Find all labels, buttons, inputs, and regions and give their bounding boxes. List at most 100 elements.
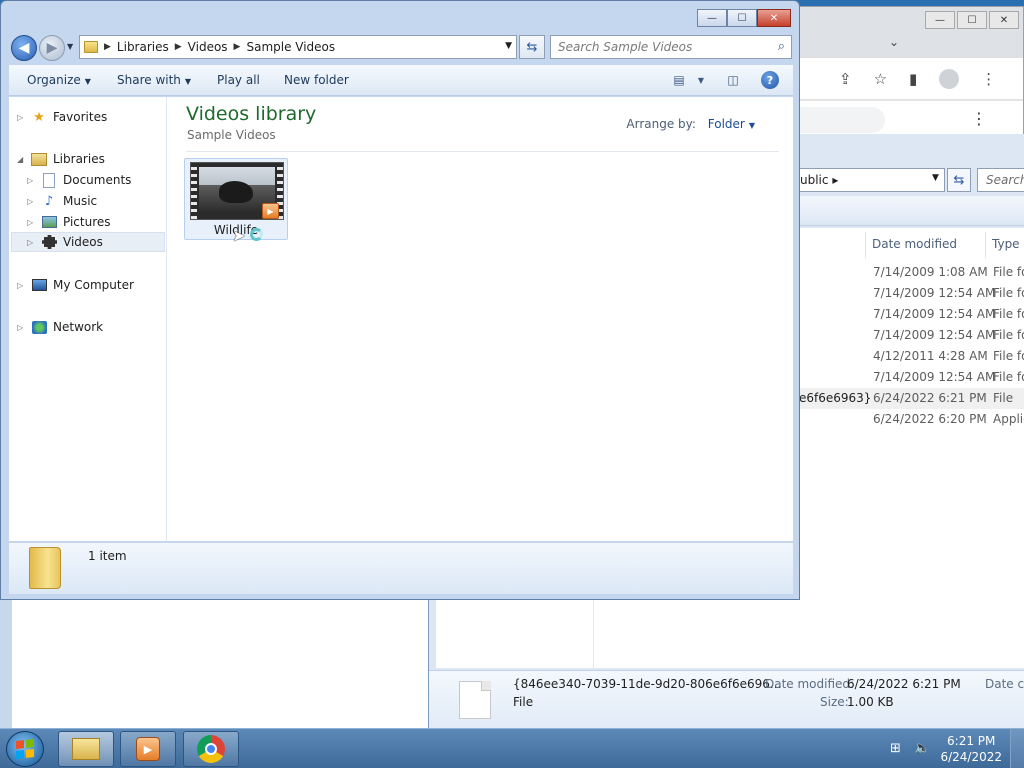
taskbar-google-chrome[interactable] — [183, 731, 239, 767]
recent-pages-icon[interactable]: ▼ — [67, 42, 73, 51]
share-icon[interactable]: ⇪ — [839, 70, 852, 88]
nav-item-label: Favorites — [53, 110, 108, 124]
back-button[interactable]: ◀ — [11, 35, 37, 61]
refresh-icon[interactable]: ⇆ — [947, 168, 971, 192]
table-row[interactable]: e6f6e6963} 6/24/2022 6:21 PM File — [799, 388, 1024, 409]
table-row[interactable]: 7/14/2009 12:54 AMFile fo — [799, 283, 1024, 304]
address-bar[interactable]: ▶ Libraries ▶ Videos ▶ Sample Videos ▼ — [79, 35, 517, 59]
row-date: 7/14/2009 1:08 AM — [873, 265, 988, 279]
table-row[interactable]: 7/14/2009 12:54 AMFile fo — [799, 367, 1024, 388]
nav-item-label: Network — [53, 320, 104, 334]
nav-item-my-computer[interactable]: ▷ My Computer — [17, 275, 134, 295]
mouse-cursor-icon: ➤ — [232, 226, 246, 245]
profile-icon[interactable] — [939, 68, 960, 89]
expand-icon[interactable]: ▷ — [27, 176, 37, 185]
nav-item-pictures[interactable]: ▷ Pictures — [27, 212, 111, 232]
clock-date: 6/24/2022 — [940, 750, 1002, 764]
minimize-button[interactable]: — — [697, 9, 727, 27]
view-options-icon[interactable]: ▤ — [669, 71, 689, 89]
taskbar-windows-media-player[interactable]: ▶ — [120, 731, 176, 767]
expand-icon[interactable]: ▷ — [27, 218, 37, 227]
sidepanel-icon[interactable]: ▮ — [909, 70, 917, 88]
chrome-close-button[interactable]: ✕ — [989, 11, 1019, 29]
background-breadcrumb[interactable]: ublic ▸ — [800, 173, 838, 187]
expand-icon[interactable]: ▷ — [17, 113, 27, 122]
forward-button[interactable]: ▶ — [39, 35, 65, 61]
nav-item-label: My Computer — [53, 278, 134, 292]
maximize-button[interactable]: ☐ — [727, 9, 757, 27]
row-type: File fo — [993, 328, 1024, 342]
nav-item-libraries[interactable]: ◢ Libraries — [17, 149, 105, 169]
column-type[interactable]: Type — [985, 232, 1024, 258]
divider — [186, 151, 779, 152]
nav-item-videos[interactable]: ▷ Videos — [11, 232, 165, 252]
documents-icon — [41, 172, 57, 188]
nav-item-music[interactable]: ▷ ♪ Music — [27, 191, 97, 211]
breadcrumb-separator-icon[interactable]: ▶ — [234, 42, 241, 52]
nav-item-label: Pictures — [63, 215, 111, 229]
taskbar-windows-explorer[interactable] — [58, 731, 114, 767]
clock-time: 6:21 PM — [947, 734, 996, 748]
chrome-content: ⋮ — [791, 100, 1023, 138]
chrome-titlebar: — ☐ ✕ — [791, 7, 1023, 33]
film-strip-left — [191, 163, 197, 219]
row-date: 7/14/2009 12:54 AM — [873, 328, 996, 342]
chevron-down-icon[interactable]: ▼ — [932, 173, 939, 183]
nav-item-documents[interactable]: ▷ Documents — [27, 170, 131, 190]
volume-icon[interactable]: 🔈 — [914, 741, 930, 756]
search-icon[interactable]: ⌕ — [778, 39, 785, 54]
nav-item-favorites[interactable]: ▷ ★ Favorites — [17, 107, 107, 127]
chevron-down-icon[interactable]: ⌄ — [889, 35, 899, 49]
thumbnail-animal — [219, 181, 253, 203]
breadcrumb-separator-icon[interactable]: ▶ — [175, 42, 182, 52]
table-row[interactable]: 6/24/2022 6:20 PM Applic — [799, 409, 1024, 430]
expand-icon[interactable]: ▷ — [27, 197, 37, 206]
help-icon[interactable]: ? — [761, 71, 779, 89]
table-row[interactable]: 4/12/2011 4:28 AM File fo — [799, 346, 1024, 367]
row-date: 6/24/2022 6:20 PM — [873, 412, 987, 426]
expand-icon[interactable]: ▷ — [27, 238, 37, 247]
nav-item-network[interactable]: ▷ Network — [17, 317, 103, 337]
chevron-down-icon[interactable]: ▼ — [505, 41, 512, 51]
clock[interactable]: 6:21 PM 6/24/2022 — [940, 733, 1002, 765]
table-row[interactable]: 7/14/2009 1:08 AM File fo — [799, 262, 1024, 283]
start-button[interactable] — [6, 731, 44, 767]
network-icon — [31, 319, 47, 335]
chevron-down-icon[interactable]: ▼ — [691, 71, 711, 89]
preview-pane-icon[interactable]: ◫ — [723, 71, 743, 89]
network-status-icon[interactable]: ⊞ — [890, 741, 901, 756]
expand-icon[interactable]: ▷ — [17, 281, 27, 290]
background-search-input[interactable]: Search — [977, 168, 1024, 192]
chrome-maximize-button[interactable]: ☐ — [957, 11, 987, 29]
arrange-by-dropdown[interactable]: Folder — [708, 117, 745, 131]
share-with-button[interactable]: Share with ▼ — [117, 73, 191, 87]
close-button[interactable]: ✕ — [757, 9, 791, 27]
chevron-down-icon[interactable]: ▼ — [749, 121, 755, 130]
table-row[interactable]: 7/14/2009 12:54 AMFile fo — [799, 325, 1024, 346]
organize-button[interactable]: Organize ▼ — [27, 73, 91, 87]
more-icon[interactable]: ⋮ — [971, 109, 987, 128]
breadcrumb-videos[interactable]: Videos — [188, 40, 228, 54]
collapse-icon[interactable]: ◢ — [17, 155, 27, 164]
chrome-minimize-button[interactable]: — — [925, 11, 955, 29]
busy-spinner-icon — [250, 228, 263, 241]
omnibox-suggestion[interactable] — [791, 107, 885, 133]
star-icon[interactable]: ☆ — [874, 70, 887, 88]
menu-icon[interactable]: ⋮ — [981, 70, 996, 88]
show-desktop-button[interactable] — [1010, 729, 1024, 768]
expand-icon[interactable]: ▷ — [17, 323, 27, 332]
breadcrumb-separator-icon[interactable]: ▶ — [104, 42, 111, 52]
search-input[interactable] — [551, 36, 761, 58]
new-folder-button[interactable]: New folder — [284, 73, 349, 87]
table-row[interactable]: 7/14/2009 12:54 AMFile fo — [799, 304, 1024, 325]
explorer-icon — [72, 738, 100, 760]
pictures-icon — [41, 214, 57, 230]
content-pane: Videos library Sample Videos Arrange by:… — [168, 97, 793, 541]
column-date-modified[interactable]: Date modified — [865, 232, 985, 258]
play-all-button[interactable]: Play all — [217, 73, 260, 87]
libraries-icon — [31, 151, 47, 167]
breadcrumb-sample-videos[interactable]: Sample Videos — [246, 40, 335, 54]
refresh-icon[interactable]: ⇆ — [519, 35, 545, 59]
breadcrumb-libraries[interactable]: Libraries — [117, 40, 169, 54]
caption-buttons: — ☐ ✕ — [697, 9, 791, 27]
